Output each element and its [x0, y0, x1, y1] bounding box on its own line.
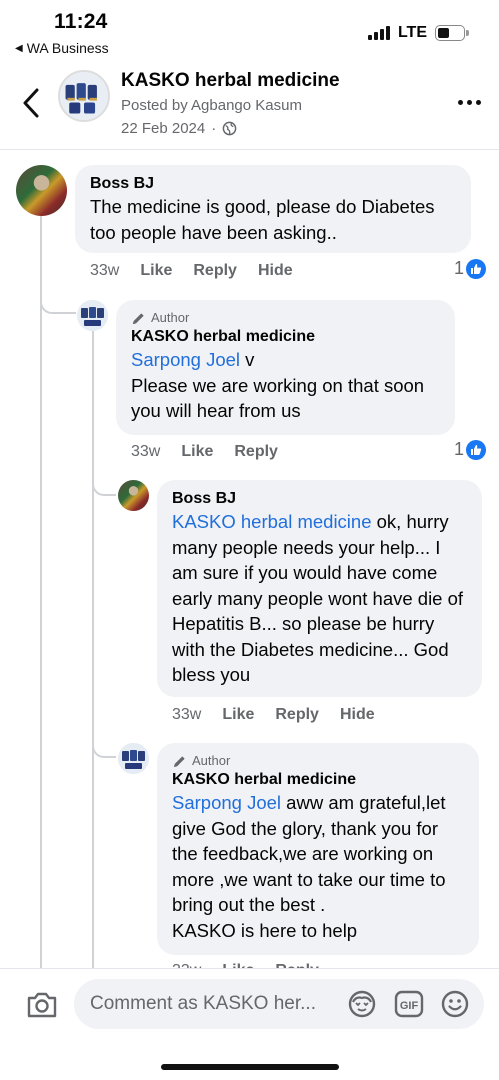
comment-composer: GIF	[0, 968, 499, 1080]
comment-bubble[interactable]: Boss BJ The medicine is good, please do …	[75, 165, 471, 253]
camera-icon[interactable]	[26, 991, 58, 1019]
comment-text: Sarpong Joel aww am grateful,let give Go…	[172, 790, 464, 918]
avatar[interactable]	[118, 743, 149, 774]
hide-button[interactable]: Hide	[258, 262, 293, 280]
pen-icon	[173, 755, 185, 767]
commenter-name[interactable]: Boss BJ	[90, 174, 456, 194]
hide-button[interactable]: Hide	[340, 706, 375, 724]
posted-by: Posted by Agbango Kasum	[121, 97, 302, 114]
emoji-icon[interactable]	[440, 989, 470, 1019]
comment-bubble[interactable]: Boss BJ KASKO herbal medicine ok, hurry …	[157, 480, 482, 697]
reaction-count-text: 1	[454, 439, 465, 459]
page-title[interactable]: KASKO herbal medicine	[121, 70, 340, 92]
back-to-app-link[interactable]: ◀ WA Business	[15, 40, 109, 56]
commenter-name[interactable]: KASKO herbal medicine	[172, 770, 464, 790]
thread-connector	[40, 280, 76, 314]
post-header: KASKO herbal medicine Posted by Agbango …	[0, 60, 499, 150]
thread-connector	[92, 700, 116, 758]
pen-icon	[132, 312, 144, 324]
avatar[interactable]	[77, 300, 108, 331]
thread-line	[92, 330, 94, 968]
reply-button[interactable]: Reply	[234, 443, 278, 461]
like-thumb-icon	[466, 439, 487, 460]
reply-button[interactable]: Reply	[275, 706, 319, 724]
home-indicator[interactable]	[161, 1064, 339, 1070]
more-dots-icon[interactable]	[458, 100, 481, 105]
back-app-label: WA Business	[26, 40, 109, 56]
reaction-count-text: 1	[454, 258, 465, 278]
page-avatar[interactable]	[58, 70, 110, 122]
gif-icon[interactable]: GIF	[394, 989, 424, 1019]
comment-actions: 33w Like Reply Hide	[90, 262, 293, 280]
avatar[interactable]	[118, 480, 149, 511]
comment-text: KASKO is here to help	[172, 919, 358, 941]
reaction-count[interactable]: 1	[454, 258, 487, 279]
mention-link[interactable]: KASKO herbal medicine	[172, 511, 372, 532]
signal-icon	[367, 26, 390, 40]
comment-bubble[interactable]: Author KASKO herbal medicine Sarpong Joe…	[116, 300, 455, 435]
author-badge-text: Author	[151, 310, 190, 325]
mention-link[interactable]: Sarpong Joel	[172, 792, 281, 813]
post-date: 22 Feb 2024 ·	[121, 120, 237, 137]
commenter-name[interactable]: KASKO herbal medicine	[131, 327, 440, 347]
mention-link[interactable]: Sarpong Joel	[131, 349, 240, 370]
thread-connector	[92, 470, 116, 496]
status-indicators: LTE	[367, 24, 469, 42]
comment-time: 33w	[131, 443, 161, 460]
comment-text: KASKO herbal medicine ok, hurry many peo…	[172, 509, 467, 688]
reaction-count[interactable]: 1	[454, 439, 487, 460]
comment-bubble[interactable]: Author KASKO herbal medicine Sarpong Joe…	[157, 743, 479, 955]
globe-icon	[222, 121, 237, 136]
back-triangle-icon: ◀	[15, 42, 23, 54]
author-badge-text: Author	[192, 753, 231, 768]
back-chevron-icon[interactable]	[18, 86, 46, 120]
avatar[interactable]	[16, 165, 67, 216]
like-button[interactable]: Like	[140, 262, 172, 280]
comment-time: 33w	[172, 706, 202, 723]
comment-time: 33w	[90, 262, 120, 279]
svg-text:GIF: GIF	[400, 1000, 419, 1012]
post-date-text: 22 Feb 2024	[121, 120, 206, 137]
comment-actions: 33w Like Reply	[131, 443, 278, 461]
status-time: 11:24	[54, 10, 108, 33]
battery-icon	[435, 25, 469, 41]
reply-button[interactable]: Reply	[193, 262, 237, 280]
like-thumb-icon	[466, 258, 487, 279]
comment-actions: 33w Like Reply Hide	[172, 706, 375, 724]
like-button[interactable]: Like	[181, 443, 213, 461]
commenter-name[interactable]: Boss BJ	[172, 489, 467, 509]
comment-text: Please we are working on that soon you w…	[131, 374, 425, 422]
mention-suffix: v	[240, 349, 255, 370]
date-separator: ·	[211, 120, 217, 137]
network-label: LTE	[397, 24, 427, 41]
avatar-sticker-icon[interactable]	[347, 989, 377, 1019]
comment-text: The medicine is good, please do Diabetes…	[90, 196, 435, 243]
author-badge: Author	[172, 752, 464, 770]
comment-body: ok, hurry many people needs your help...…	[172, 511, 464, 685]
thread-line	[40, 216, 42, 968]
author-badge: Author	[131, 309, 440, 327]
comment-text: Sarpong Joel v	[131, 347, 440, 373]
like-button[interactable]: Like	[222, 706, 254, 724]
